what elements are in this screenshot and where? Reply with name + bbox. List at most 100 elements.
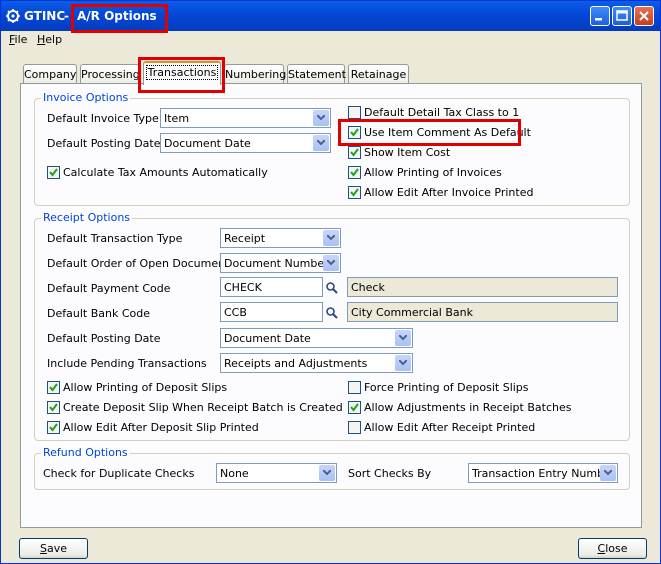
edit-after-deposit-label: Allow Edit After Deposit Slip Printed (63, 421, 259, 434)
invoice-posting-date-value: Document Date (164, 137, 251, 150)
checkmark-icon (49, 383, 58, 392)
tab-transactions-label: Transactions (145, 65, 219, 80)
checkbox-box (47, 166, 60, 179)
menu-help[interactable]: Help (37, 33, 62, 46)
ar-options-window: GTINC - A/R Options File Help Company Pr… (0, 0, 661, 564)
tab-numbering[interactable]: Numbering (224, 64, 287, 84)
sort-checks-label: Sort Checks By (348, 467, 432, 480)
chevron-down-icon (395, 355, 411, 371)
window-company: GTINC (24, 9, 66, 23)
bank-code-label: Default Bank Code (47, 307, 150, 320)
search-icon[interactable] (325, 281, 339, 295)
default-invoice-type-select[interactable]: Item (160, 108, 331, 128)
bank-code-input[interactable]: CCB (220, 302, 323, 322)
default-invoice-type-value: Item (164, 112, 190, 125)
tab-company-label: Company (24, 68, 77, 81)
menu-file[interactable]: File (9, 33, 27, 46)
save-button-accel: S (39, 542, 47, 555)
pending-transactions-label: Include Pending Transactions (47, 357, 207, 370)
edit-after-receipt-label: Allow Edit After Receipt Printed (364, 421, 536, 434)
gear-icon (6, 9, 20, 23)
pending-transactions-value: Receipts and Adjustments (224, 357, 368, 370)
create-deposit-slip-label: Create Deposit Slip When Receipt Batch i… (63, 401, 343, 414)
checkmark-icon (49, 403, 58, 412)
checkmark-icon (350, 168, 359, 177)
receipt-options-title: Receipt Options (41, 211, 133, 224)
payment-code-value: CHECK (224, 281, 262, 294)
checkbox-box (47, 421, 60, 434)
chevron-down-icon (600, 465, 616, 481)
default-invoice-type-label: Default Invoice Type (47, 112, 159, 125)
tab-processing-label: Processing (81, 68, 140, 81)
transaction-type-value: Receipt (224, 232, 266, 245)
open-documents-order-select[interactable]: Document Number (220, 253, 341, 273)
tab-processing[interactable]: Processing (80, 64, 140, 84)
chevron-down-icon (395, 330, 411, 346)
checkbox-box (47, 381, 60, 394)
tab-retainage[interactable]: Retainage (348, 64, 409, 84)
chevron-down-icon (323, 255, 339, 271)
receipt-posting-date-select[interactable]: Document Date (220, 328, 413, 348)
payment-code-label: Default Payment Code (47, 282, 171, 295)
checkbox-box (348, 401, 361, 414)
search-icon[interactable] (325, 306, 339, 320)
menu-file-label: ile (14, 33, 28, 46)
duplicate-checks-select[interactable]: None (216, 463, 337, 483)
allow-deposit-slips-label: Allow Printing of Deposit Slips (63, 381, 228, 394)
transaction-type-select[interactable]: Receipt (220, 228, 341, 248)
window-separator: - (64, 9, 69, 23)
checkmark-icon (350, 403, 359, 412)
pending-transactions-select[interactable]: Receipts and Adjustments (220, 353, 413, 373)
menu-bar: File Help (1, 31, 660, 49)
show-item-cost-label: Show Item Cost (364, 146, 451, 159)
close-button-label: lose (605, 542, 628, 555)
chevron-down-icon (323, 230, 339, 246)
payment-code-input[interactable]: CHECK (220, 277, 323, 297)
refund-options-title: Refund Options (41, 446, 130, 459)
tab-transactions[interactable]: Transactions (143, 61, 221, 85)
item-comment-label: Use Item Comment As Default (364, 126, 531, 139)
receipt-posting-date-label: Default Posting Date (47, 332, 161, 345)
maximize-button[interactable] (612, 6, 632, 26)
tab-numbering-label: Numbering (225, 68, 287, 81)
checkbox-box (47, 401, 60, 414)
tab-retainage-label: Retainage (350, 68, 407, 81)
invoice-options-title: Invoice Options (41, 91, 131, 104)
checkmark-icon (350, 148, 359, 157)
checkmark-icon (49, 168, 58, 177)
title-bar[interactable]: GTINC - A/R Options (1, 1, 660, 31)
close-window-button[interactable] (634, 6, 654, 26)
minimize-button[interactable] (590, 6, 610, 26)
bank-description-value: City Commercial Bank (351, 306, 473, 319)
checkbox-box (348, 146, 361, 159)
sort-checks-select[interactable]: Transaction Entry Number (468, 463, 618, 483)
tab-statement[interactable]: Statement (287, 64, 346, 84)
close-icon (639, 11, 649, 21)
tab-statement-label: Statement (288, 68, 346, 81)
menu-help-label: elp (45, 33, 63, 46)
detail-tax-label: Default Detail Tax Class to 1 (364, 106, 520, 119)
checkbox-box (348, 421, 361, 434)
checkbox-box (348, 106, 361, 119)
allow-printing-invoices-label: Allow Printing of Invoices (364, 166, 502, 179)
window-title: A/R Options (77, 9, 157, 23)
save-button[interactable]: Save (19, 538, 88, 559)
close-button[interactable]: Close (578, 538, 647, 559)
checkbox-box (348, 126, 361, 139)
maximize-icon (616, 10, 628, 21)
chevron-down-icon (313, 135, 329, 151)
transaction-type-label: Default Transaction Type (47, 232, 183, 245)
checkmark-icon (49, 423, 58, 432)
tab-company[interactable]: Company (23, 64, 77, 84)
checkbox-box (348, 381, 361, 394)
save-button-label: ave (46, 542, 67, 555)
invoice-posting-date-select[interactable]: Document Date (160, 133, 331, 153)
bank-description-field: City Commercial Bank (347, 302, 618, 322)
chevron-down-icon (319, 465, 335, 481)
checkmark-icon (350, 128, 359, 137)
receipt-posting-date-value: Document Date (224, 332, 311, 345)
duplicate-checks-label: Check for Duplicate Checks (43, 467, 195, 480)
allow-edit-invoice-label: Allow Edit After Invoice Printed (364, 186, 534, 199)
payment-description-value: Check (351, 281, 385, 294)
invoice-posting-date-label: Default Posting Date (47, 137, 161, 150)
